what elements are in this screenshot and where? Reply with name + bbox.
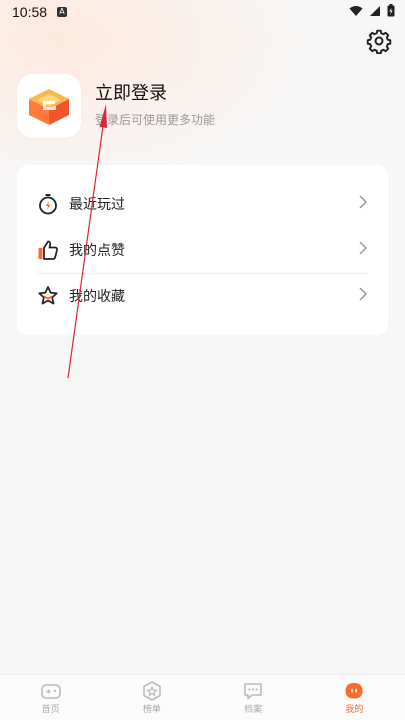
- chat-icon: [244, 683, 262, 700]
- tab-archive[interactable]: 档案: [203, 675, 304, 720]
- menu-item-recent[interactable]: 最近玩过: [37, 181, 368, 227]
- menu-item-label: 我的收藏: [69, 289, 125, 305]
- app-logo: [17, 74, 81, 138]
- app-logo-icon: [29, 89, 69, 125]
- chevron-right-icon: [359, 287, 368, 301]
- login-title[interactable]: 立即登录: [95, 79, 215, 105]
- thumbs-up-icon: [38, 240, 58, 260]
- tab-rankings[interactable]: 榜单: [101, 675, 202, 720]
- status-bar: 10:58 A: [0, 0, 405, 24]
- menu-item-label: 最近玩过: [69, 197, 125, 213]
- tab-label: 榜单: [142, 705, 161, 715]
- tab-label: 首页: [41, 705, 60, 715]
- chevron-right-icon: [359, 241, 368, 255]
- tab-label: 我的: [345, 705, 364, 715]
- battery-icon: [387, 4, 395, 17]
- tab-label: 档案: [244, 705, 263, 715]
- menu-item-label: 我的点赞: [69, 243, 125, 259]
- chevron-right-icon: [359, 195, 368, 209]
- menu-item-favorites[interactable]: 我的收藏: [37, 273, 368, 319]
- stopwatch-icon: [39, 194, 57, 215]
- signal-icon: [370, 5, 380, 16]
- status-icons: [349, 4, 395, 17]
- settings-button[interactable]: [366, 28, 392, 55]
- login-profile[interactable]: 立即登录 登录后可使用更多功能: [17, 74, 215, 138]
- login-subtitle: 登录后可使用更多功能: [95, 112, 216, 127]
- star-icon: [38, 286, 58, 305]
- gamepad-icon: [40, 684, 61, 699]
- tab-mine[interactable]: 我的: [304, 675, 405, 720]
- gear-icon: [366, 29, 392, 55]
- mascot-icon: [345, 683, 363, 699]
- badge-star-icon: [143, 681, 161, 701]
- menu-item-likes[interactable]: 我的点赞: [37, 227, 368, 273]
- bottom-tab-bar: 首页 榜单 档案 我的: [0, 674, 405, 720]
- tab-home[interactable]: 首页: [0, 675, 101, 720]
- wifi-icon: [349, 5, 363, 16]
- status-time: 10:58: [12, 4, 48, 20]
- menu-card: 最近玩过 我的点赞 我的收藏: [17, 165, 388, 335]
- a-notification-icon: A: [57, 7, 68, 17]
